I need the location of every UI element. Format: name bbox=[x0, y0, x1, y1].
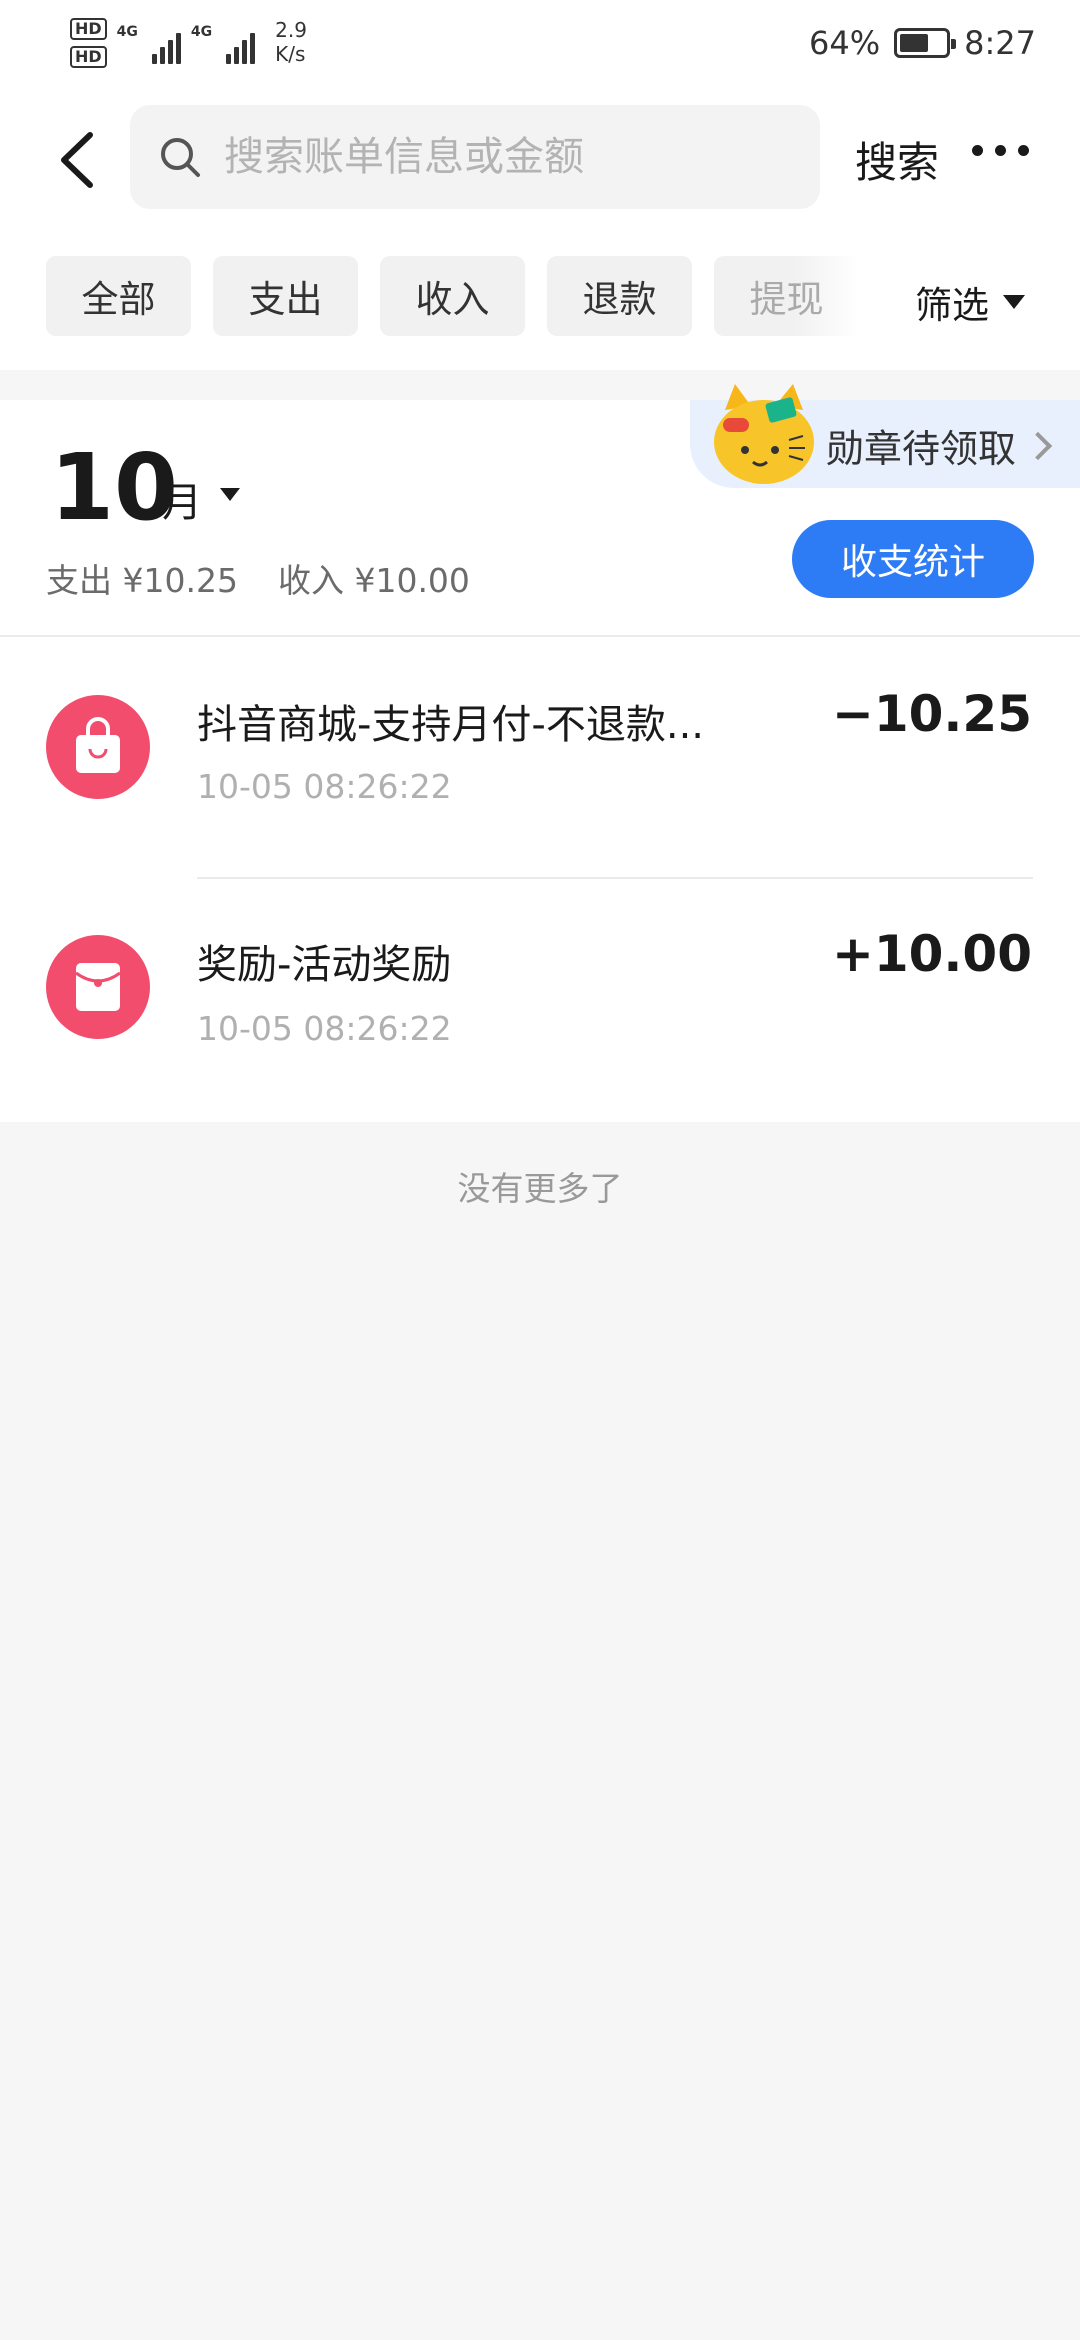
back-arrow-icon bbox=[61, 132, 93, 188]
income-total: 收入 ¥10.00 bbox=[277, 561, 470, 600]
filter-chip-income[interactable]: 收入 bbox=[380, 256, 525, 336]
transaction-row[interactable]: 抖音商城-支持月付-不退款... 10-05 08:26:22 −10.25 bbox=[0, 637, 1080, 879]
network-speed: 2.9 K/s bbox=[275, 18, 307, 66]
status-left: HD HD 4G 4G 2.9 K/s bbox=[70, 18, 307, 68]
filter-button[interactable]: 筛选 bbox=[915, 275, 1025, 329]
transaction-amount: −10.25 bbox=[831, 685, 1032, 743]
month-selector-number[interactable]: 10 bbox=[50, 438, 178, 538]
search-icon bbox=[161, 138, 200, 177]
transaction-list: 抖音商城-支持月付-不退款... 10-05 08:26:22 −10.25 奖… bbox=[0, 637, 1080, 1122]
shopping-bag-icon bbox=[46, 695, 150, 799]
status-bar: HD HD 4G 4G 2.9 K/s 64% 8:27 bbox=[0, 0, 1080, 95]
signal-icon-1 bbox=[151, 24, 181, 64]
transaction-time: 10-05 08:26:22 bbox=[197, 1009, 452, 1048]
search-bar[interactable] bbox=[130, 105, 820, 209]
search-input[interactable] bbox=[224, 134, 784, 180]
clock: 8:27 bbox=[964, 24, 1036, 62]
filter-chip-expense[interactable]: 支出 bbox=[213, 256, 358, 336]
stats-button[interactable]: 收支统计 bbox=[792, 520, 1034, 598]
transaction-time: 10-05 08:26:22 bbox=[197, 767, 452, 806]
back-button[interactable] bbox=[50, 125, 110, 195]
hd-badge-1: HD bbox=[70, 18, 107, 40]
status-right: 64% 8:27 bbox=[809, 24, 1036, 62]
network-type-1: 4G bbox=[116, 24, 138, 40]
filter-chip-withdraw[interactable]: 提现 bbox=[714, 256, 859, 336]
month-totals: 支出 ¥10.25 收入 ¥10.00 bbox=[46, 554, 470, 602]
badge-claim-label: 勋章待领取 bbox=[826, 427, 1017, 471]
no-more-text: 没有更多了 bbox=[457, 1169, 623, 1208]
expense-total: 支出 ¥10.25 bbox=[46, 561, 238, 600]
month-dropdown-icon[interactable] bbox=[220, 488, 240, 501]
filter-chip-refund[interactable]: 退款 bbox=[547, 256, 692, 336]
battery-icon bbox=[894, 28, 957, 58]
badge-claim-link[interactable]: 勋章待领取 bbox=[826, 418, 1053, 473]
hd-badge-2: HD bbox=[70, 46, 107, 68]
red-envelope-icon bbox=[46, 935, 150, 1039]
filter-chip-all[interactable]: 全部 bbox=[46, 256, 191, 336]
chevron-right-icon bbox=[1023, 431, 1053, 460]
filter-bar: 全部 支出 收入 退款 提现 筛选 bbox=[0, 225, 1080, 370]
battery-percent: 64% bbox=[809, 24, 881, 62]
search-button[interactable]: 搜索 bbox=[855, 129, 939, 190]
transaction-row[interactable]: 奖励-活动奖励 10-05 08:26:22 +10.00 bbox=[0, 879, 1080, 1121]
transaction-amount: +10.00 bbox=[831, 925, 1032, 983]
more-options-icon[interactable] bbox=[972, 145, 1029, 156]
filter-label: 筛选 bbox=[915, 284, 989, 327]
dropdown-arrow-icon bbox=[1003, 295, 1025, 309]
signal-icon-2 bbox=[226, 24, 256, 64]
cat-mascot-icon bbox=[714, 384, 814, 484]
transaction-title: 抖音商城-支持月付-不退款... bbox=[197, 702, 705, 748]
network-type-2: 4G bbox=[190, 24, 213, 40]
month-selector-unit[interactable]: 月 bbox=[162, 470, 202, 528]
header: 搜索 bbox=[0, 95, 1080, 225]
transaction-title: 奖励-活动奖励 bbox=[197, 942, 452, 988]
